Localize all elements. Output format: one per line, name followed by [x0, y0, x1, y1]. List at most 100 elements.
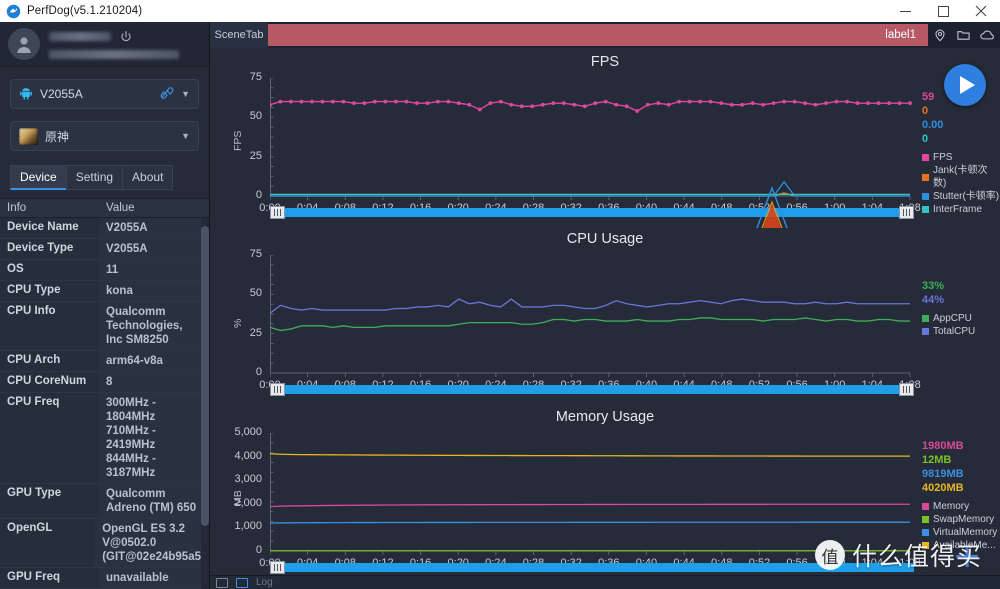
- info-value: V2055A: [99, 218, 209, 238]
- plot-area[interactable]: [270, 255, 914, 381]
- status-text: Log: [256, 577, 273, 588]
- perfdog-window: PerfDog(v5.1.210204) V2055A ▼ 原神 ▼ Devic…: [0, 0, 1000, 589]
- y-tick-label: 75: [249, 71, 262, 83]
- info-key: OS: [0, 260, 99, 280]
- usb-link-icon[interactable]: [159, 85, 175, 104]
- chart-title: CPU Usage: [566, 231, 644, 247]
- info-key: Device Name: [0, 218, 99, 238]
- minimize-button[interactable]: [886, 0, 924, 22]
- folder-icon[interactable]: [956, 28, 971, 42]
- scene-tab-label[interactable]: SceneTab: [210, 22, 268, 48]
- device-info-list[interactable]: Device Name V2055A Device Type V2055A OS 11 CP…: [0, 218, 209, 589]
- legend-current-value: 4020MB: [922, 482, 964, 494]
- legend-current-value: 0: [922, 133, 929, 145]
- legend-swatch-icon: [922, 173, 929, 181]
- app-select[interactable]: 原神 ▼: [10, 121, 199, 151]
- cloud-icon[interactable]: [979, 28, 996, 42]
- info-value: 300MHz - 1804MHz 710MHz - 2419MHz 844MHz…: [99, 393, 209, 483]
- legend-current-value: 0.00: [922, 119, 944, 131]
- scrollbar-thumb[interactable]: [201, 226, 209, 526]
- plus-icon[interactable]: +: [954, 535, 980, 579]
- legend-item[interactable]: InterFrame: [922, 203, 1000, 216]
- game-thumbnail-icon: [19, 127, 38, 145]
- info-value: arm64-v8a: [99, 351, 209, 371]
- account-email-masked: [49, 49, 179, 59]
- tab-setting[interactable]: Setting: [65, 165, 123, 190]
- chart-timeline-scrollbar[interactable]: [270, 206, 914, 219]
- chart-timeline-scrollbar[interactable]: [270, 561, 914, 574]
- legend-item[interactable]: FPS: [922, 151, 1000, 164]
- legend-item[interactable]: SwapMemory: [922, 513, 997, 526]
- legend-swatch-icon: [922, 516, 929, 523]
- scrollbar-grip-right[interactable]: [899, 383, 914, 396]
- tab-device[interactable]: Device: [10, 165, 66, 190]
- legend-item[interactable]: TotalCPU: [922, 325, 975, 338]
- plot-area[interactable]: [270, 78, 914, 204]
- chart-title: Memory Usage: [555, 409, 655, 425]
- main-panel: SceneTab label1 FPS FPS 0 25 50 75 59 0 …: [210, 22, 1000, 589]
- legend-item[interactable]: Jank(卡顿次数): [922, 164, 1000, 190]
- table-row[interactable]: GPU Type Qualcomm Adreno (TM) 650: [0, 484, 209, 519]
- scrollbar-grip[interactable]: [270, 206, 285, 219]
- device-select-row: V2055A ▼: [10, 79, 199, 109]
- chart-timeline-scrollbar[interactable]: [270, 383, 914, 396]
- table-row[interactable]: OpenGL OpenGL ES 3.2 V@0502.0 (GIT@02e24b…: [0, 519, 209, 568]
- info-key: OpenGL: [0, 519, 96, 567]
- user-avatar-icon[interactable]: [8, 28, 40, 60]
- legend-item[interactable]: Memory: [922, 500, 997, 513]
- legend-current-value: 9819MB: [922, 468, 964, 480]
- chevron-down-icon[interactable]: ▼: [181, 131, 190, 141]
- legend-item[interactable]: AppCPU: [922, 312, 975, 325]
- legend-label: SwapMemory: [933, 514, 995, 525]
- info-value: V2055A: [99, 239, 209, 259]
- scrollbar-grip-right[interactable]: [899, 206, 914, 219]
- info-scrollbar[interactable]: [201, 218, 209, 589]
- table-row[interactable]: GPU Freq unavailable: [0, 568, 209, 589]
- scene-label-bar[interactable]: label1: [268, 24, 928, 46]
- location-pin-icon[interactable]: [933, 28, 947, 42]
- table-row[interactable]: CPU Arch arm64-v8a: [0, 351, 209, 372]
- table-row[interactable]: Device Type V2055A: [0, 239, 209, 260]
- tab-about[interactable]: About: [122, 165, 174, 190]
- legend-label: Memory: [933, 501, 970, 512]
- y-axis-label: FPS: [232, 130, 244, 151]
- value-column-header: Value: [106, 202, 135, 214]
- legend-swatch-icon: [922, 542, 929, 549]
- table-row[interactable]: CPU Info Qualcomm Technologies, Inc SM825…: [0, 302, 209, 351]
- legend-label: TotalCPU: [933, 326, 976, 337]
- log-window-icon[interactable]: [236, 577, 248, 588]
- table-row[interactable]: CPU CoreNum 8: [0, 372, 209, 393]
- legend-current-value: 12MB: [922, 454, 952, 466]
- chart-legend: 59 0 0.00 0 FPS Jank(卡顿次数) Stutter(卡顿率) InterFr…: [922, 90, 1000, 216]
- legend-label: FPS: [933, 152, 953, 163]
- window-title: PerfDog(v5.1.210204): [27, 5, 143, 17]
- scrollbar-grip[interactable]: [270, 383, 285, 396]
- power-icon[interactable]: [119, 30, 133, 44]
- grip-lines-icon: [273, 564, 282, 571]
- y-tick-label: 1,000: [234, 520, 262, 533]
- legend-swatch-icon: [922, 503, 929, 510]
- legend-item[interactable]: Stutter(卡顿率): [922, 190, 1000, 203]
- scrollbar-grip[interactable]: [270, 561, 285, 574]
- table-row[interactable]: CPU Type kona: [0, 281, 209, 302]
- account-name-masked: [49, 32, 111, 41]
- y-tick-label: 2,000: [234, 496, 262, 509]
- chart-fps: FPSFPS02550750:000:040:080:120:160:200:2…: [210, 48, 1000, 228]
- close-button[interactable]: [962, 0, 1000, 22]
- device-select[interactable]: V2055A ▼: [10, 79, 199, 109]
- chevron-down-icon[interactable]: ▼: [181, 89, 190, 99]
- scene-bar: SceneTab label1: [210, 22, 1000, 48]
- table-row[interactable]: Device Name V2055A: [0, 218, 209, 239]
- play-button[interactable]: [944, 64, 986, 106]
- window-icon[interactable]: [216, 577, 228, 588]
- plot-area[interactable]: [270, 433, 914, 559]
- scene-label-text: label1: [885, 29, 916, 41]
- info-value: kona: [99, 281, 209, 301]
- grip-lines-icon: [273, 386, 282, 393]
- table-row[interactable]: CPU Freq 300MHz - 1804MHz 710MHz - 2419MH…: [0, 393, 209, 484]
- info-key: CPU Freq: [0, 393, 99, 483]
- maximize-button[interactable]: [924, 0, 962, 22]
- legend-current-value: 44%: [922, 294, 945, 306]
- table-row[interactable]: OS 11: [0, 260, 209, 281]
- y-tick-label: 4,000: [234, 449, 262, 462]
